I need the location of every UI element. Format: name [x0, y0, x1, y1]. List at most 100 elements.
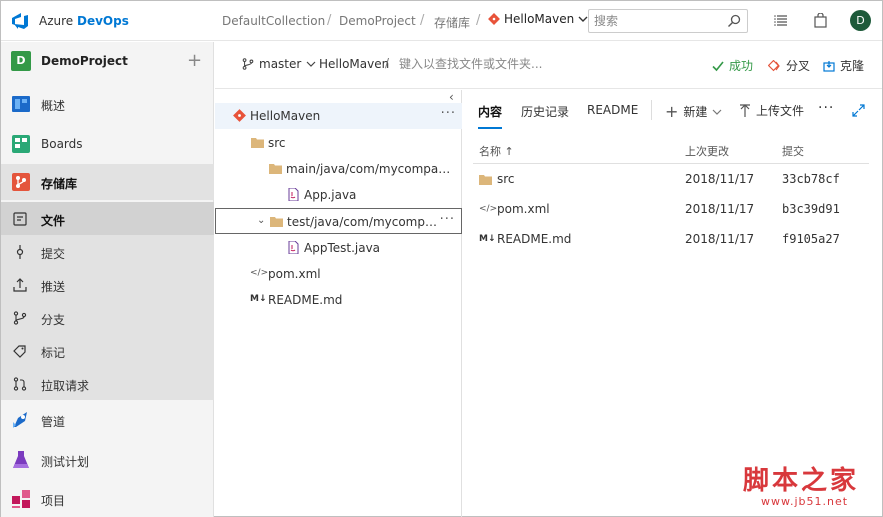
tree-node-file[interactable]: App.java	[215, 182, 462, 208]
nav-sub-commits[interactable]: 提交	[1, 235, 214, 268]
pipelines-icon	[13, 412, 27, 428]
test-plans-icon	[13, 451, 29, 468]
nav-sub-pull-requests[interactable]: 拉取请求	[1, 367, 214, 400]
artifacts-icon	[12, 490, 30, 508]
breadcrumb-project[interactable]: DemoProject	[339, 14, 416, 28]
nav-label: 存储库	[41, 177, 78, 191]
nav-sub-tags[interactable]: 标记	[1, 334, 214, 367]
file-path-search-input[interactable]	[399, 54, 569, 74]
nav-label: 概述	[41, 99, 66, 113]
tab-contents[interactable]: 内容	[478, 103, 503, 129]
table-row[interactable]: </> pom.xml 2018/11/17 b3c39d91	[473, 194, 869, 224]
left-navigation: D DemoProject + 概述 Boards 存储库 文件 提交 推送 分…	[1, 42, 214, 517]
search-icon[interactable]	[727, 14, 741, 28]
brand-azure: Azure	[39, 14, 74, 28]
branch-selector[interactable]: master	[242, 57, 316, 71]
tree-node-label: AppTest.java	[304, 241, 381, 255]
folder-icon	[251, 138, 264, 148]
breadcrumb-collection[interactable]: DefaultCollection	[222, 14, 325, 28]
upload-files-button[interactable]: 上传文件	[739, 102, 804, 119]
watermark-url: www.jb51.net	[761, 495, 849, 508]
chevron-down-icon	[578, 16, 588, 22]
fullscreen-icon[interactable]	[852, 104, 865, 117]
collapse-pane-icon[interactable]: ‹	[449, 90, 454, 104]
brand-title[interactable]: Azure DevOps	[39, 14, 129, 28]
file-name[interactable]: README.md	[497, 232, 571, 246]
more-options-icon[interactable]: ···	[441, 106, 456, 121]
new-button[interactable]: + 新建	[665, 102, 722, 121]
commit-id[interactable]: 33cb78cf	[782, 172, 840, 186]
tree-node-file[interactable]: M↓ README.md	[215, 287, 462, 313]
more-actions-icon[interactable]: ···	[818, 100, 834, 116]
tab-readme[interactable]: README	[587, 103, 638, 117]
file-name[interactable]: src	[497, 172, 515, 186]
tab-history[interactable]: 历史记录	[521, 103, 569, 120]
nav-sub-pushes[interactable]: 推送	[1, 268, 214, 301]
column-header-name[interactable]: 名称 ↑	[479, 143, 514, 159]
repo-name: HelloMaven	[504, 12, 575, 26]
pull-requests-icon	[13, 377, 27, 391]
file-date: 2018/11/17	[685, 232, 755, 246]
tree-node-file[interactable]: AppTest.java	[215, 235, 462, 261]
git-repo-icon	[233, 109, 246, 122]
files-icon	[13, 212, 27, 226]
clone-label: 克隆	[840, 59, 865, 73]
watermark-title: 脚本之家	[743, 466, 860, 496]
file-list-header: 名称 ↑ 上次更改 提交	[473, 135, 869, 164]
nav-item-boards[interactable]: Boards	[1, 126, 214, 162]
nav-sub-branches[interactable]: 分支	[1, 301, 214, 334]
file-tree: ‹ HelloMaven ··· src main/java/com/mycom…	[215, 90, 462, 517]
tree-node-folder-focused[interactable]: ⌄ test/java/com/mycompany/... ···	[215, 208, 462, 234]
folder-icon	[479, 175, 492, 185]
build-status-label: 成功	[729, 59, 754, 73]
more-options-icon[interactable]: ···	[440, 212, 455, 227]
nav-label: 文件	[41, 214, 66, 228]
nav-item-pipelines[interactable]: 管道	[1, 402, 214, 438]
table-row[interactable]: src 2018/11/17 33cb78cf	[473, 164, 869, 194]
marketplace-bag-icon[interactable]	[814, 13, 827, 28]
commit-id[interactable]: f9105a27	[782, 232, 840, 246]
tree-node-label: README.md	[268, 293, 343, 307]
tree-node-repo[interactable]: HelloMaven ···	[215, 103, 462, 129]
nav-item-repos[interactable]: 存储库	[1, 164, 214, 200]
add-icon: +	[665, 102, 679, 121]
tree-node-file[interactable]: </> pom.xml	[215, 261, 462, 287]
avatar[interactable]: D	[850, 10, 871, 31]
nav-label: 测试计划	[41, 455, 90, 469]
project-header[interactable]: D DemoProject +	[1, 42, 214, 80]
folder-icon	[269, 164, 282, 174]
repos-icon	[12, 173, 30, 191]
tree-node-label: src	[268, 136, 286, 150]
tree-node-folder[interactable]: src	[215, 130, 462, 156]
search-input[interactable]	[589, 10, 719, 32]
clone-button[interactable]: 克隆	[823, 57, 864, 74]
tab-divider	[651, 100, 652, 120]
tree-node-folder[interactable]: main/java/com/mycompany/hell...	[215, 156, 462, 182]
branch-name: master	[259, 57, 302, 71]
table-row[interactable]: M↓ README.md 2018/11/17 f9105a27	[473, 224, 869, 254]
commit-id[interactable]: b3c39d91	[782, 202, 840, 216]
breadcrumb-repos[interactable]: 存储库	[434, 14, 470, 31]
branches-icon	[13, 311, 27, 325]
column-header-last-change[interactable]: 上次更改	[685, 143, 729, 159]
file-name[interactable]: pom.xml	[497, 202, 550, 216]
nav-label: 推送	[41, 280, 66, 294]
nav-label: 管道	[41, 415, 66, 429]
azure-devops-logo[interactable]	[10, 11, 30, 31]
fork-button[interactable]: 分叉	[768, 57, 810, 74]
nav-item-overview[interactable]: 概述	[1, 86, 214, 122]
build-status-badge[interactable]: 成功	[712, 57, 753, 74]
nav-sub-files[interactable]: 文件	[1, 202, 214, 235]
add-icon[interactable]: +	[187, 50, 202, 71]
list-settings-icon[interactable]	[774, 13, 788, 27]
breadcrumb-separator: /	[327, 13, 332, 28]
overview-icon	[12, 96, 30, 112]
nav-item-artifacts[interactable]: 项目	[1, 481, 214, 517]
file-list: 名称 ↑ 上次更改 提交 src 2018/11/17 33cb78cf </>…	[473, 135, 869, 254]
chevron-down-icon[interactable]: ⌄	[257, 215, 265, 226]
column-header-commit[interactable]: 提交	[782, 143, 804, 159]
search-box[interactable]	[588, 9, 748, 33]
nav-item-test-plans[interactable]: 测试计划	[1, 442, 214, 478]
path-root[interactable]: HelloMaven	[319, 57, 389, 71]
breadcrumb-repo-selector[interactable]: HelloMaven	[488, 12, 588, 26]
